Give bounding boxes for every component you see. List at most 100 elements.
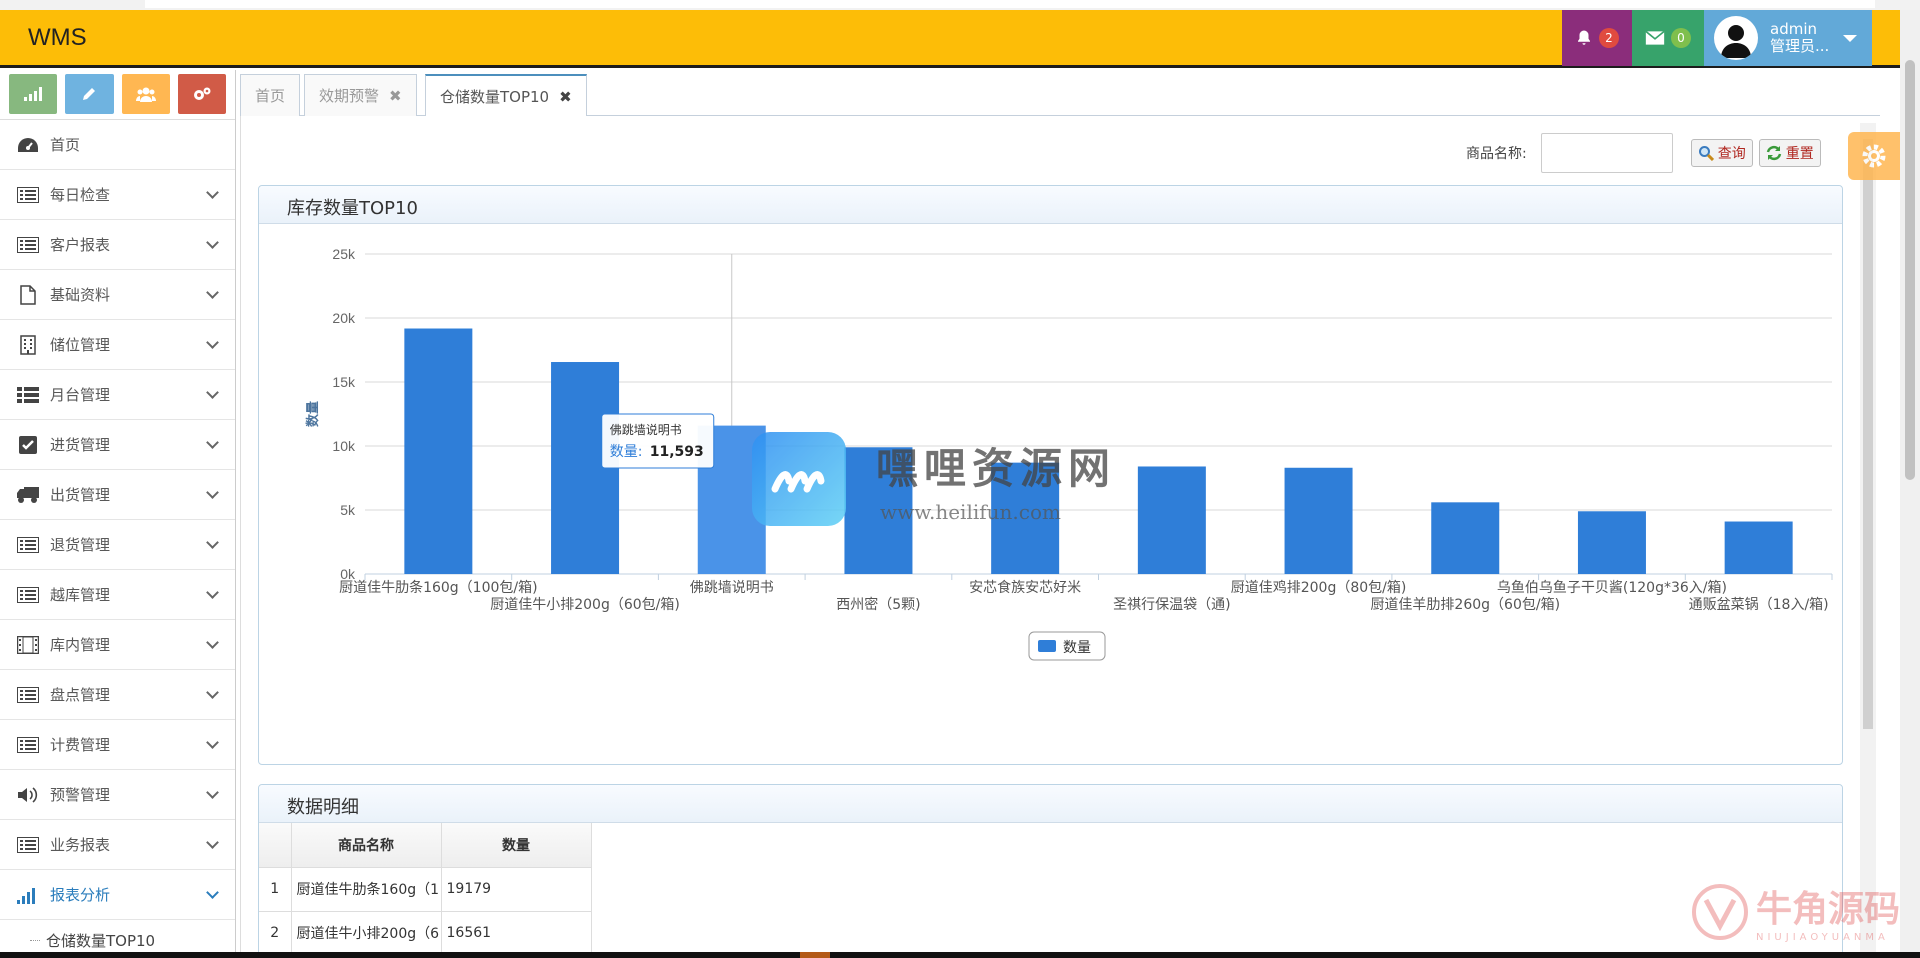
- sidebar-item-in-warehouse[interactable]: 库内管理: [0, 620, 235, 670]
- x-tick-label: 安芯食族安芯好米: [969, 579, 1081, 596]
- x-tick-label: 佛跳墙说明书: [690, 580, 774, 596]
- sidebar-item-daily-check[interactable]: 每日检查: [0, 170, 235, 220]
- user-menu[interactable]: admin 管理员...: [1704, 10, 1872, 66]
- bar: [1577, 511, 1646, 574]
- tab-label: 效期预警: [319, 87, 380, 105]
- chevron-down-icon: [206, 836, 219, 849]
- sidebar-item-label: 月台管理: [50, 386, 111, 404]
- table-row[interactable]: 2 厨道佳牛小排200g（6 16561: [259, 911, 592, 956]
- shortcut-users-button[interactable]: [121, 74, 170, 114]
- tab-home[interactable]: 首页: [240, 74, 301, 116]
- list-icon: [16, 535, 40, 555]
- chevron-down-icon: [206, 536, 219, 549]
- check-square-icon: [16, 435, 40, 455]
- list-icon: [16, 685, 40, 705]
- sidebar-item-customer-report[interactable]: 客户报表: [0, 220, 235, 270]
- sidebar-item-billing[interactable]: 计费管理: [0, 720, 235, 770]
- chevron-down-icon: [206, 486, 219, 499]
- reset-button-label: 重置: [1785, 146, 1814, 162]
- shortcut-cogs-button[interactable]: [177, 74, 226, 114]
- tab-label: 仓储数量TOP10: [440, 88, 550, 106]
- sidebar-item-location[interactable]: 储位管理: [0, 320, 235, 370]
- shortcut-pencil-button[interactable]: [65, 74, 114, 114]
- list-icon: [16, 585, 40, 605]
- y-tick-label: 10k: [332, 438, 356, 454]
- query-button[interactable]: 查询: [1690, 139, 1753, 167]
- sidebar-item-label: 储位管理: [50, 336, 111, 354]
- sidebar-item-return[interactable]: 退货管理: [0, 520, 235, 570]
- sidebar-item-crossdock[interactable]: 越库管理: [0, 570, 235, 620]
- legend-swatch: [1038, 640, 1056, 652]
- legend-label: 数量: [1063, 640, 1091, 656]
- cogs-icon: [193, 87, 211, 100]
- row-name: 厨道佳牛小排200g（6: [291, 911, 442, 956]
- sidebar-item-report-analysis[interactable]: 报表分析: [0, 870, 235, 920]
- header: WMS 2 0 admin 管理员...: [0, 10, 1900, 68]
- row-index: 2: [259, 911, 292, 956]
- index-header: [259, 823, 292, 868]
- x-tick-label: 厨道佳牛肋条160g（100包/箱): [339, 579, 538, 596]
- corner-watermark-icon: [1692, 883, 1748, 940]
- sidebar-item-dock[interactable]: 月台管理: [0, 370, 235, 420]
- film-icon: [16, 635, 40, 655]
- tab-expiry-alert[interactable]: 效期预警 ✖: [304, 74, 417, 116]
- notifications-button[interactable]: 2: [1562, 10, 1632, 66]
- settings-float-button[interactable]: [1848, 132, 1900, 180]
- x-tick-label: 乌鱼伯乌鱼子干贝酱(120g*36入/箱): [1497, 579, 1727, 596]
- tooltip-category: 佛跳墙说明书: [610, 422, 682, 437]
- shortcut-signal-button[interactable]: [9, 74, 58, 114]
- y-tick-label: 25k: [332, 246, 356, 262]
- signal-icon: [16, 885, 40, 905]
- query-button-label: 查询: [1717, 146, 1746, 162]
- tooltip-series-label: 数量:: [610, 444, 643, 460]
- sidebar-item-label: 越库管理: [50, 586, 111, 604]
- volume-icon: [16, 785, 40, 805]
- sidebar-item-inventory-count[interactable]: 盘点管理: [0, 670, 235, 720]
- x-tick-label: 通贩盆菜锅（18入/箱): [1689, 597, 1829, 613]
- sidebar-item-label: 报表分析: [50, 886, 111, 904]
- messages-button[interactable]: 0: [1632, 10, 1704, 66]
- sidebar-item-outbound[interactable]: 出货管理: [0, 470, 235, 520]
- sidebar-item-home[interactable]: 首页: [0, 120, 235, 170]
- dashboard-icon: [16, 135, 40, 155]
- sidebar-item-inbound[interactable]: 进货管理: [0, 420, 235, 470]
- table-row[interactable]: 1 厨道佳牛肋条160g（1 19179: [259, 867, 592, 912]
- list-ul-icon: [16, 385, 40, 405]
- corner-watermark-sub: NIUJIAOYUANMA: [1756, 932, 1889, 943]
- watermark-url: www.heilifun.com: [880, 499, 1061, 524]
- column-header-name[interactable]: 商品名称: [291, 823, 442, 868]
- close-icon[interactable]: ✖: [389, 87, 402, 105]
- close-icon[interactable]: ✖: [559, 88, 572, 106]
- detail-panel-title: 数据明细: [259, 785, 1842, 823]
- file-icon: [16, 284, 40, 305]
- page-scrollbar[interactable]: [1900, 10, 1920, 958]
- chevron-down-icon: [206, 586, 219, 599]
- bar: [404, 328, 473, 574]
- list-icon: [16, 235, 40, 255]
- bar: [1284, 467, 1353, 574]
- detail-panel: 数据明细 商品名称 数量 1 厨道佳牛肋条160g（1 19179 2 厨道佳牛…: [258, 784, 1843, 958]
- truck-icon: [16, 485, 40, 505]
- user-icon: [1721, 25, 1751, 58]
- x-tick-label: 圣祺行保温袋（通): [1113, 597, 1230, 613]
- sidebar-item-alerts[interactable]: 预警管理: [0, 770, 235, 820]
- refresh-icon: [1766, 145, 1781, 161]
- chevron-down-icon: [206, 786, 219, 799]
- corner-watermark: 牛角源码 NIUJIAOYUANMA: [1690, 880, 1900, 943]
- bell-icon: [1578, 30, 1590, 45]
- list-icon: [16, 735, 40, 755]
- brand-logo[interactable]: WMS: [28, 24, 87, 52]
- column-header-qty[interactable]: 数量: [441, 823, 592, 868]
- sidebar-item-basic-data[interactable]: 基础资料: [0, 270, 235, 320]
- content-scrollbar[interactable]: [1860, 123, 1876, 953]
- reset-button[interactable]: 重置: [1758, 139, 1821, 167]
- list-icon: [16, 185, 40, 205]
- y-tick-label: 20k: [332, 310, 356, 326]
- shortcut-buttons: [0, 70, 235, 120]
- chevron-down-icon: [206, 286, 219, 299]
- tab-storage-top10[interactable]: 仓储数量TOP10 ✖: [425, 74, 587, 117]
- product-name-input[interactable]: [1540, 133, 1673, 173]
- signal-icon: [24, 87, 43, 101]
- sidebar-item-business-report[interactable]: 业务报表: [0, 820, 235, 870]
- watermark-logo-icon: [752, 432, 846, 526]
